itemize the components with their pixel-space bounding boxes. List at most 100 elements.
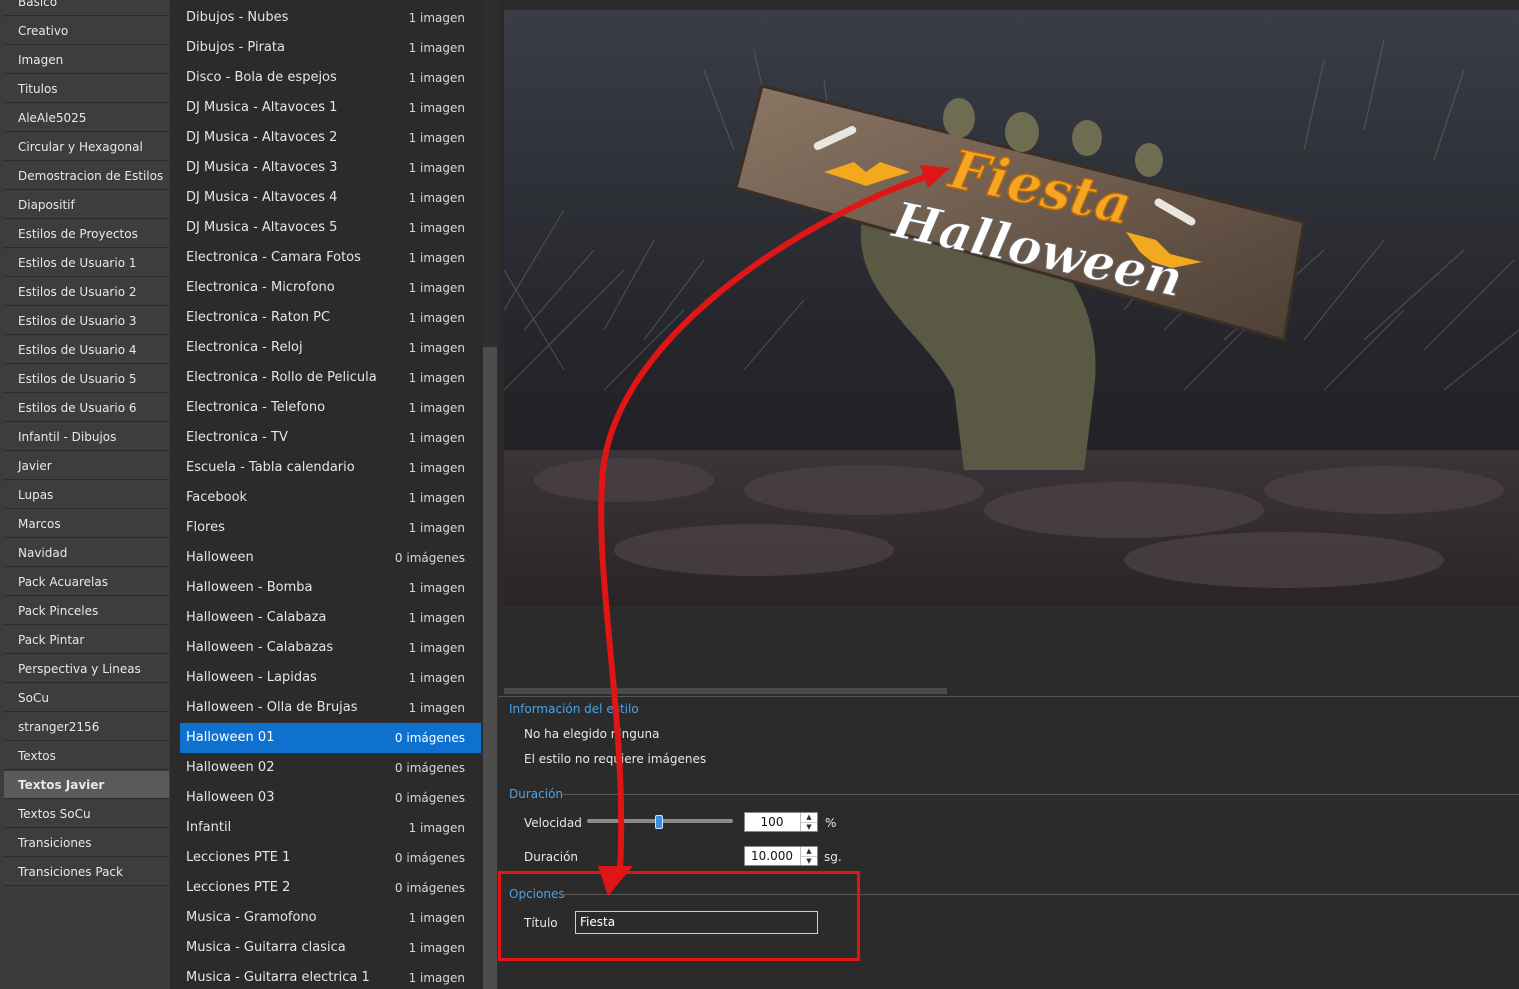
category-item[interactable]: Lupas	[4, 481, 169, 509]
style-image-count: 1 imagen	[408, 371, 465, 385]
style-name: DJ Musica - Altavoces 3	[186, 160, 338, 175]
style-list-item[interactable]: Halloween 0 imágenes	[180, 543, 481, 573]
style-image-count: 0 imágenes	[394, 731, 465, 745]
category-item[interactable]: Infantil - Dibujos	[4, 423, 169, 451]
category-item[interactable]: Transiciones	[4, 829, 169, 857]
category-item[interactable]: Estilos de Proyectos	[4, 220, 169, 248]
spin-up-icon[interactable]: ▲	[801, 847, 817, 857]
style-list-item[interactable]: Musica - Guitarra electrica 1 1 imagen	[180, 963, 481, 989]
category-item[interactable]: Creativo	[4, 17, 169, 45]
style-list-item[interactable]: Halloween - Calabazas 1 imagen	[180, 633, 481, 663]
annotation-highlight-box	[498, 871, 860, 961]
style-image-count: 1 imagen	[408, 41, 465, 55]
category-item[interactable]: Navidad	[4, 539, 169, 567]
style-list-item[interactable]: Facebook 1 imagen	[180, 483, 481, 513]
category-item[interactable]: Javier	[4, 452, 169, 480]
category-item[interactable]: Basico	[4, 0, 169, 16]
category-item[interactable]: Transiciones Pack	[4, 858, 169, 886]
style-list-item[interactable]: Infantil 1 imagen	[180, 813, 481, 843]
category-item[interactable]: Titulos	[4, 75, 169, 103]
style-name: Lecciones PTE 2	[186, 880, 291, 895]
style-list-item[interactable]: DJ Musica - Altavoces 5 1 imagen	[180, 213, 481, 243]
style-list-item[interactable]: Halloween - Calabaza 1 imagen	[180, 603, 481, 633]
style-list-item[interactable]: DJ Musica - Altavoces 3 1 imagen	[180, 153, 481, 183]
style-list-item[interactable]: Halloween - Bomba 1 imagen	[180, 573, 481, 603]
category-item[interactable]: Textos SoCu	[4, 800, 169, 828]
category-item[interactable]: Pack Pintar	[4, 626, 169, 654]
style-name: Flores	[186, 520, 225, 535]
speed-spinbox[interactable]: 100 ▲ ▼	[744, 812, 818, 832]
speed-slider-thumb[interactable]	[655, 815, 663, 829]
style-list-scrollbar[interactable]	[482, 0, 498, 989]
style-list-item[interactable]: Electronica - Raton PC 1 imagen	[180, 303, 481, 333]
style-list-item[interactable]: Dibujos - Pirata 1 imagen	[180, 33, 481, 63]
style-list-item[interactable]: Escuela - Tabla calendario 1 imagen	[180, 453, 481, 483]
style-name: Halloween - Lapidas	[186, 670, 317, 685]
style-list-item[interactable]: Halloween 02 0 imágenes	[180, 753, 481, 783]
divider	[498, 696, 1519, 697]
style-image-count: 1 imagen	[408, 941, 465, 955]
category-item[interactable]: Estilos de Usuario 6	[4, 394, 169, 422]
style-list-item[interactable]: Electronica - TV 1 imagen	[180, 423, 481, 453]
style-list-item[interactable]: DJ Musica - Altavoces 2 1 imagen	[180, 123, 481, 153]
style-list: Dibujos - Nubes 1 imagen Dibujos - Pirata 1…	[170, 0, 482, 989]
category-item[interactable]: Textos	[4, 742, 169, 770]
style-list-item[interactable]: Electronica - Rollo de Pelicula 1 imagen	[180, 363, 481, 393]
category-item[interactable]: Imagen	[4, 46, 169, 74]
style-list-item[interactable]: Lecciones PTE 1 0 imágenes	[180, 843, 481, 873]
category-item[interactable]: Estilos de Usuario 1	[4, 249, 169, 277]
category-item[interactable]: Circular y Hexagonal	[4, 133, 169, 161]
category-item[interactable]: Estilos de Usuario 2	[4, 278, 169, 306]
style-list-item[interactable]: Musica - Guitarra clasica 1 imagen	[180, 933, 481, 963]
style-list-item[interactable]: Flores 1 imagen	[180, 513, 481, 543]
style-list-item[interactable]: Electronica - Camara Fotos 1 imagen	[180, 243, 481, 273]
style-image-count: 0 imágenes	[394, 881, 465, 895]
category-item[interactable]: Pack Pinceles	[4, 597, 169, 625]
style-name: Electronica - Rollo de Pelicula	[186, 370, 377, 385]
category-item[interactable]: Marcos	[4, 510, 169, 538]
style-image-count: 1 imagen	[408, 461, 465, 475]
category-item[interactable]: Pack Acuarelas	[4, 568, 169, 596]
category-item[interactable]: Perspectiva y Lineas	[4, 655, 169, 683]
speed-value[interactable]: 100	[745, 813, 799, 831]
style-list-item[interactable]: Lecciones PTE 2 0 imágenes	[180, 873, 481, 903]
style-list-item[interactable]: DJ Musica - Altavoces 4 1 imagen	[180, 183, 481, 213]
style-image-count: 1 imagen	[408, 311, 465, 325]
info-line-2: El estilo no requiere imágenes	[524, 752, 707, 766]
category-item[interactable]: Estilos de Usuario 4	[4, 336, 169, 364]
preview-hscrollbar[interactable]	[504, 688, 947, 694]
style-list-item[interactable]: Halloween 03 0 imágenes	[180, 783, 481, 813]
style-list-item[interactable]: Musica - Gramofono 1 imagen	[180, 903, 481, 933]
category-item[interactable]: Estilos de Usuario 3	[4, 307, 169, 335]
duration-value[interactable]: 10.000	[745, 847, 799, 865]
duration-spinbox[interactable]: 10.000 ▲ ▼	[744, 846, 818, 866]
style-image-count: 1 imagen	[408, 521, 465, 535]
style-list-item[interactable]: Halloween - Olla de Brujas 1 imagen	[180, 693, 481, 723]
category-item[interactable]: Estilos de Usuario 5	[4, 365, 169, 393]
style-list-item[interactable]: Halloween 01 0 imágenes	[180, 723, 481, 753]
category-item[interactable]: stranger2156	[4, 713, 169, 741]
category-item[interactable]: Textos Javier	[4, 771, 169, 799]
style-list-item[interactable]: Electronica - Reloj 1 imagen	[180, 333, 481, 363]
style-list-item[interactable]: DJ Musica - Altavoces 1 1 imagen	[180, 93, 481, 123]
spin-up-icon[interactable]: ▲	[801, 813, 817, 823]
style-list-item[interactable]: Disco - Bola de espejos 1 imagen	[180, 63, 481, 93]
speed-unit: %	[825, 816, 837, 830]
category-item[interactable]: SoCu	[4, 684, 169, 712]
scrollbar-thumb[interactable]	[483, 347, 497, 989]
style-name: Electronica - TV	[186, 430, 288, 445]
style-image-count: 1 imagen	[408, 341, 465, 355]
style-list-item[interactable]: Halloween - Lapidas 1 imagen	[180, 663, 481, 693]
style-list-item[interactable]: Electronica - Microfono 1 imagen	[180, 273, 481, 303]
style-image-count: 1 imagen	[408, 101, 465, 115]
category-item[interactable]: Demostracion de Estilos	[4, 162, 169, 190]
category-item[interactable]: Diapositif	[4, 191, 169, 219]
style-image-count: 1 imagen	[408, 911, 465, 925]
style-list-item[interactable]: Dibujos - Nubes 1 imagen	[180, 3, 481, 33]
style-image-count: 0 imágenes	[394, 761, 465, 775]
spin-down-icon[interactable]: ▼	[801, 857, 817, 866]
style-name: Electronica - Raton PC	[186, 310, 331, 325]
spin-down-icon[interactable]: ▼	[801, 823, 817, 832]
style-list-item[interactable]: Electronica - Telefono 1 imagen	[180, 393, 481, 423]
category-item[interactable]: AleAle5025	[4, 104, 169, 132]
